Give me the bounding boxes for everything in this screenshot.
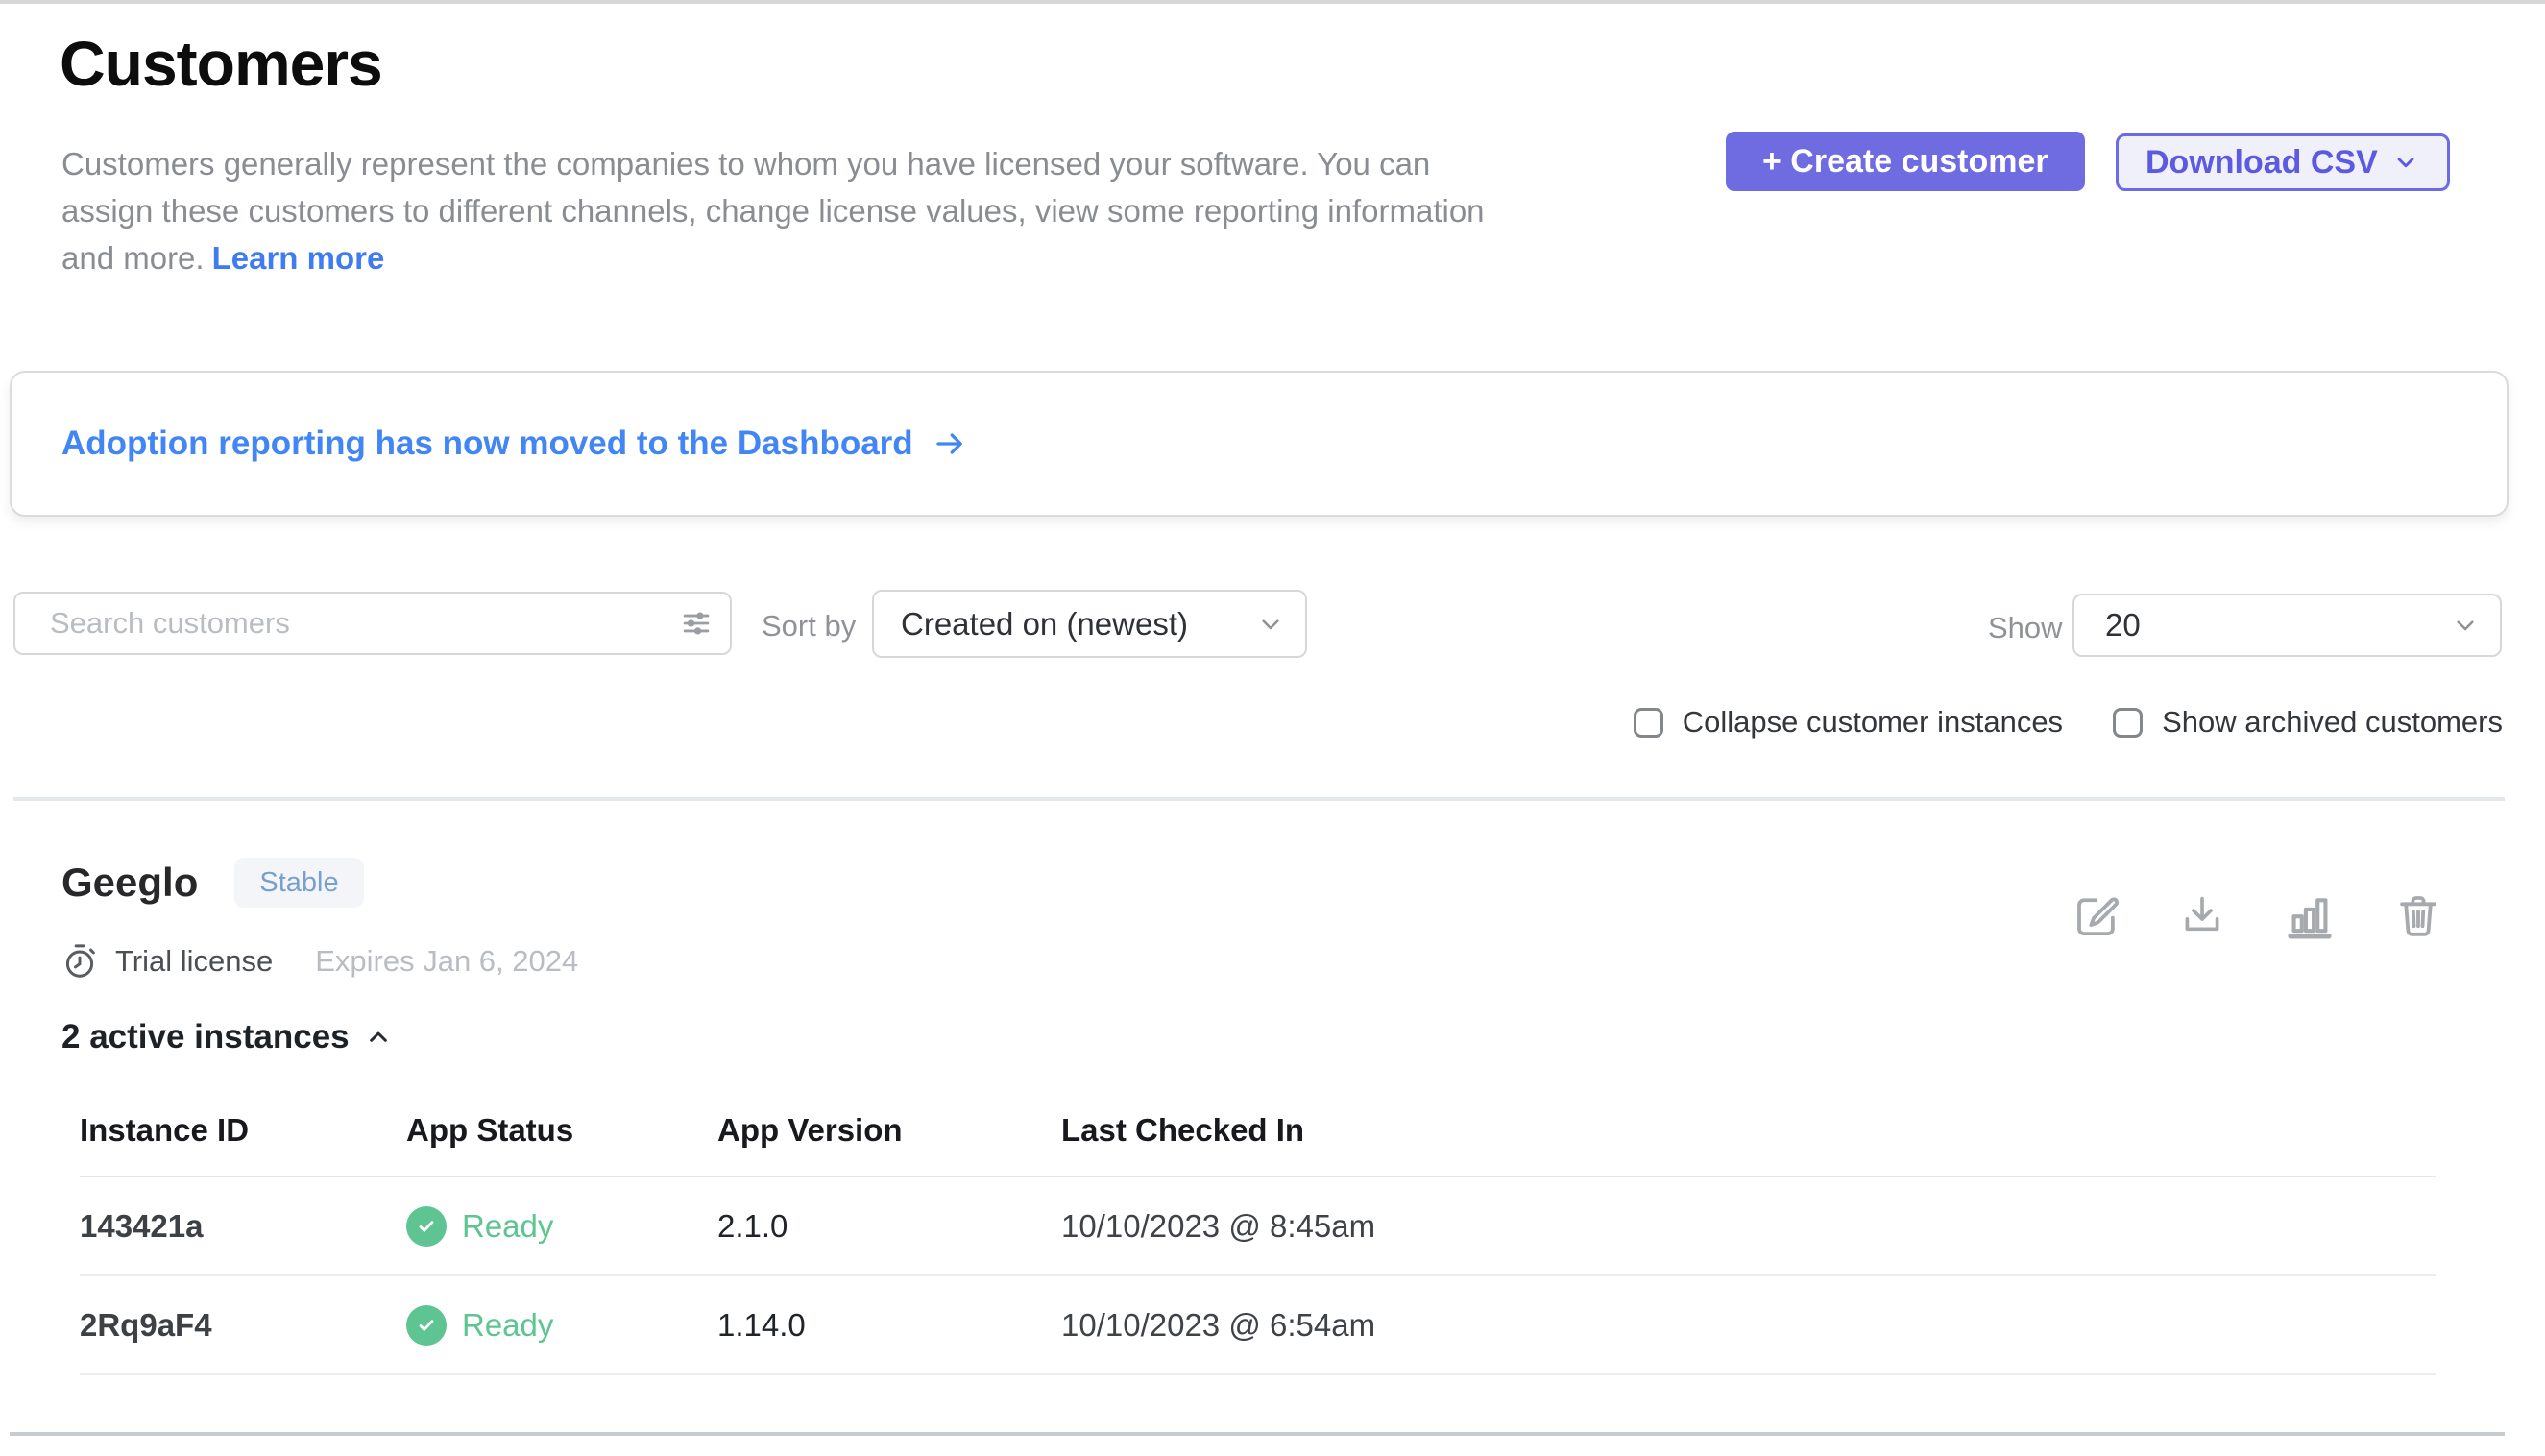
column-header-app-version: App Version: [717, 1101, 1061, 1176]
show-archived-option[interactable]: Show archived customers: [2113, 705, 2503, 740]
channel-badge: Stable: [234, 858, 363, 908]
table-row: 2Rq9aF4 Ready 1.14.0 10/10/2023 @ 6:54am: [80, 1276, 2436, 1375]
show-per-page-select[interactable]: 20: [2072, 594, 2502, 657]
column-header-instance-id: Instance ID: [80, 1101, 406, 1176]
edit-customer-icon[interactable]: [2071, 886, 2122, 945]
customer-name[interactable]: Geeglo: [61, 860, 198, 906]
active-instances-toggle[interactable]: 2 active instances: [61, 1018, 394, 1056]
adoption-banner[interactable]: Adoption reporting has now moved to the …: [10, 371, 2509, 517]
column-header-app-status: App Status: [406, 1101, 717, 1176]
window-top-edge: [0, 0, 2545, 4]
banner-link-text[interactable]: Adoption reporting has now moved to the …: [61, 425, 913, 463]
status-ready-icon: [406, 1206, 447, 1247]
show-archived-checkbox[interactable]: [2113, 708, 2143, 738]
page-description: Customers generally represent the compan…: [61, 140, 1485, 281]
trial-timer-icon: [60, 941, 100, 982]
learn-more-link[interactable]: Learn more: [212, 240, 385, 276]
license-expiration: Expires Jan 6, 2024: [315, 944, 578, 979]
show-select-value: 20: [2105, 607, 2141, 643]
description-line: assign these customers to different chan…: [61, 187, 1485, 234]
customer-actions: [2071, 886, 2444, 945]
search-customers-field: [13, 592, 732, 655]
active-instances-label: 2 active instances: [61, 1018, 350, 1056]
app-status-cell: Ready: [406, 1305, 717, 1346]
instance-id: 2Rq9aF4: [80, 1307, 406, 1344]
customer-reporting-icon[interactable]: [2282, 886, 2338, 945]
show-label: Show: [1988, 611, 2063, 645]
description-line: and more.Learn more: [61, 234, 1485, 281]
license-info: Trial license Expires Jan 6, 2024: [60, 941, 578, 982]
checkbox-label: Collapse customer instances: [1683, 705, 2063, 740]
chevron-down-icon: [2450, 610, 2481, 641]
section-divider: [13, 797, 2505, 801]
download-customer-icon[interactable]: [2177, 886, 2227, 945]
sort-select-value: Created on (newest): [901, 606, 1188, 643]
app-version: 2.1.0: [717, 1208, 1061, 1245]
table-row: 143421a Ready 2.1.0 10/10/2023 @ 8:45am: [80, 1177, 2436, 1276]
chevron-up-icon: [363, 1022, 394, 1053]
page-bottom-divider: [10, 1432, 2505, 1436]
description-text: and more.: [61, 240, 205, 276]
checkbox-label: Show archived customers: [2162, 705, 2503, 740]
status-ready-icon: [406, 1305, 447, 1346]
instances-table: Instance ID App Status App Version Last …: [80, 1101, 2436, 1375]
customer-header: Geeglo Stable: [61, 858, 364, 908]
list-options: Collapse customer instances Show archive…: [1634, 705, 2503, 740]
license-type: Trial license: [115, 944, 273, 979]
page-title: Customers: [60, 27, 382, 100]
app-status: Ready: [462, 1307, 553, 1344]
app-status-cell: Ready: [406, 1206, 717, 1247]
chevron-down-icon: [1255, 609, 1286, 640]
customers-page: Customers Customers generally represent …: [0, 0, 2545, 1456]
app-status: Ready: [462, 1208, 553, 1245]
table-header-row: Instance ID App Status App Version Last …: [80, 1101, 2436, 1177]
collapse-instances-checkbox[interactable]: [1634, 708, 1663, 738]
download-csv-button[interactable]: Download CSV: [2116, 133, 2450, 191]
download-csv-label: Download CSV: [2145, 144, 2378, 182]
column-header-last-checked-in: Last Checked In: [1061, 1101, 2436, 1176]
archive-customer-trash-icon[interactable]: [2392, 886, 2444, 945]
last-checked-in: 10/10/2023 @ 8:45am: [1061, 1208, 2436, 1245]
sort-select[interactable]: Created on (newest): [872, 590, 1307, 658]
create-customer-button[interactable]: + Create customer: [1726, 132, 2085, 191]
description-line: Customers generally represent the compan…: [61, 140, 1485, 187]
app-version: 1.14.0: [717, 1307, 1061, 1344]
filter-sliders-icon[interactable]: [678, 605, 715, 642]
instance-id: 143421a: [80, 1208, 406, 1245]
sort-by-label: Sort by: [762, 609, 856, 643]
collapse-instances-option[interactable]: Collapse customer instances: [1634, 705, 2063, 740]
last-checked-in: 10/10/2023 @ 6:54am: [1061, 1307, 2436, 1344]
chevron-down-icon: [2391, 148, 2420, 177]
arrow-right-icon: [931, 426, 969, 461]
search-input[interactable]: [13, 592, 732, 655]
